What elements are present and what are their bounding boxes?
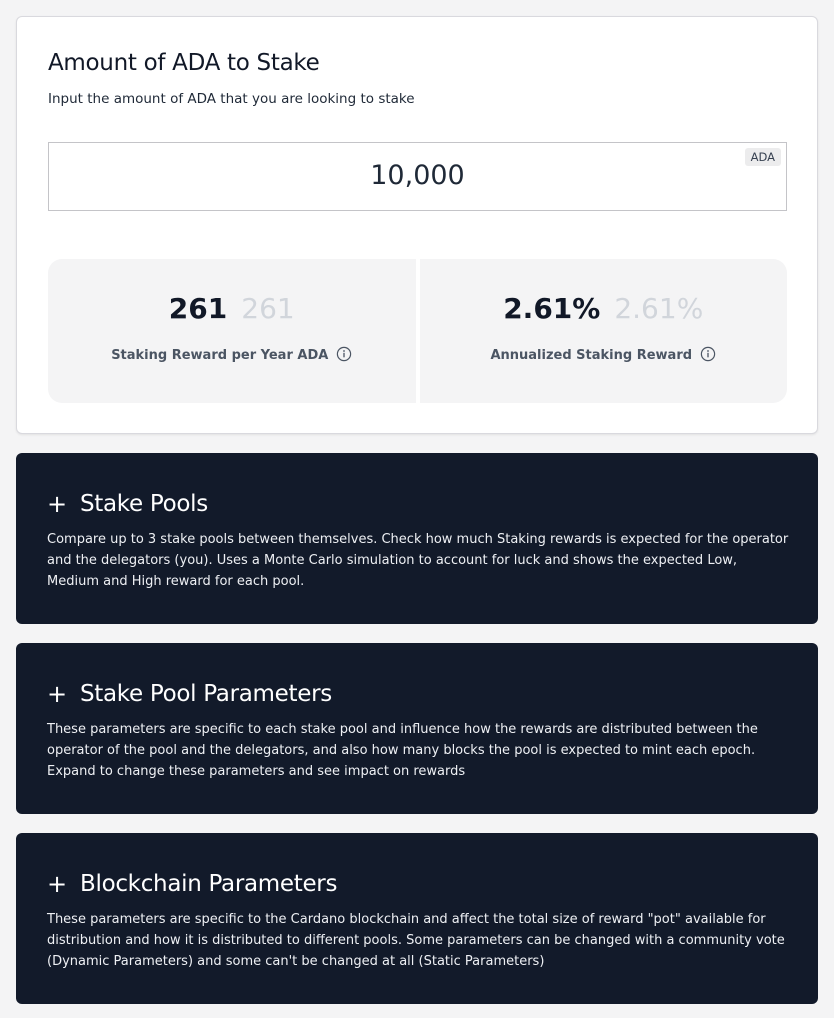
ada-unit-badge: ADA [744,148,781,166]
stake-pool-parameters-title: Stake Pool Parameters [80,681,332,707]
annualized-reward-label-row: Annualized Staking Reward [420,346,788,366]
stake-pools-title: Stake Pools [80,491,208,517]
blockchain-parameters-header[interactable]: + Blockchain Parameters [47,871,337,897]
plus-icon[interactable]: + [47,872,67,896]
annualized-reward-label: Annualized Staking Reward [490,348,693,363]
staking-reward-values: 261 261 [48,292,416,325]
stake-pool-parameters-header[interactable]: + Stake Pool Parameters [47,681,332,707]
stake-pools-header[interactable]: + Stake Pools [47,491,208,517]
staking-reward-label-row: Staking Reward per Year ADA [48,346,416,366]
ada-amount-input[interactable] [49,160,786,191]
info-icon[interactable] [336,346,352,366]
plus-icon[interactable]: + [47,682,67,706]
stake-pool-parameters-description: These parameters are specific to each st… [47,722,758,779]
annualized-reward-value: 2.61% [503,292,601,325]
annualized-reward-ghost-value: 2.61% [614,292,704,325]
annualized-reward-values: 2.61% 2.61% [420,292,788,325]
blockchain-parameters-panel[interactable]: + Blockchain Parameters These parameters… [16,833,818,1004]
stake-amount-card: Amount of ADA to Stake Input the amount … [16,16,818,434]
stake-amount-title: Amount of ADA to Stake [48,50,320,76]
staking-reward-value: 261 [168,292,228,325]
ada-amount-field[interactable]: ADA [48,142,787,211]
stake-amount-subtitle: Input the amount of ADA that you are loo… [48,91,415,107]
staking-results: 261 261 Staking Reward per Year ADA 2.61%… [48,259,787,403]
staking-reward-per-year-stat: 261 261 Staking Reward per Year ADA [48,259,416,403]
staking-reward-ghost-value: 261 [241,292,295,325]
stake-pools-panel[interactable]: + Stake Pools Compare up to 3 stake pool… [16,453,818,624]
stake-pools-description: Compare up to 3 stake pools between them… [47,532,789,589]
staking-reward-label: Staking Reward per Year ADA [111,348,329,363]
plus-icon[interactable]: + [47,492,67,516]
annualized-staking-reward-stat: 2.61% 2.61% Annualized Staking Reward [419,259,788,403]
blockchain-parameters-title: Blockchain Parameters [80,871,338,897]
stake-pool-parameters-panel[interactable]: + Stake Pool Parameters These parameters… [16,643,818,814]
info-icon[interactable] [700,346,716,366]
blockchain-parameters-description: These parameters are specific to the Car… [47,912,785,969]
